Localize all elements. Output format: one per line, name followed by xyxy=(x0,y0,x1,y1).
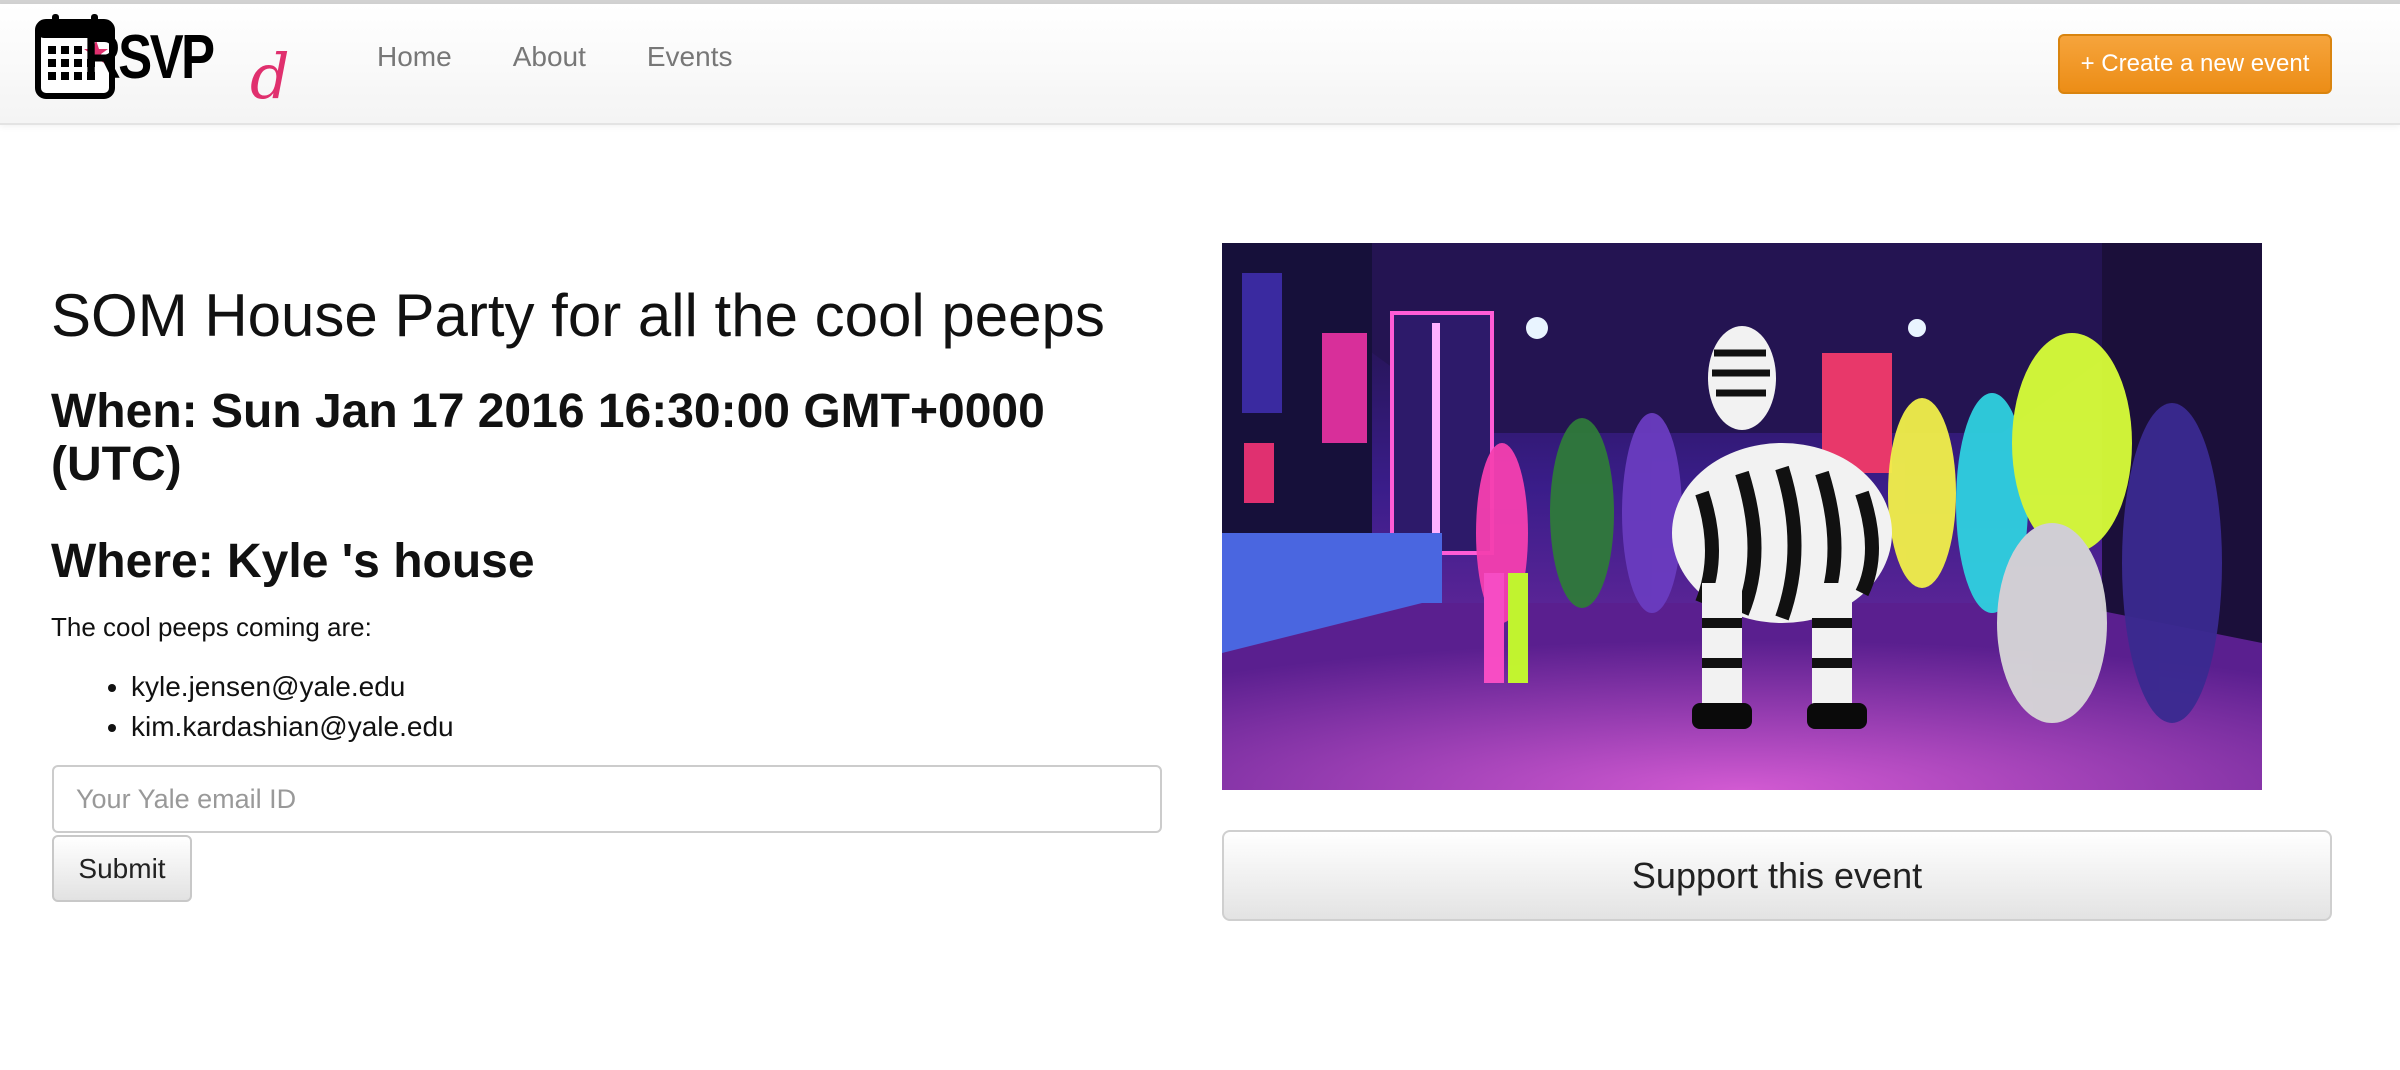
attendees-intro: The cool peeps coming are: xyxy=(51,612,372,642)
brand-name: RSVP xyxy=(84,23,215,92)
navbar: RSVP d Home About Events + Create a new … xyxy=(0,4,2400,125)
nav-link-home[interactable]: Home xyxy=(377,37,452,77)
brand-logo[interactable]: RSVP d xyxy=(0,4,300,114)
event-title: SOM House Party for all the cool peeps xyxy=(51,282,1105,349)
yale-email-input[interactable] xyxy=(52,765,1162,833)
event-when: When: Sun Jan 17 2016 16:30:00 GMT+0000 … xyxy=(51,385,1045,491)
attendee-item: kyle.jensen@yale.edu xyxy=(131,667,454,707)
brand-name-tail: d xyxy=(250,40,290,113)
submit-button[interactable]: Submit xyxy=(52,835,192,902)
event-photo xyxy=(1222,243,2262,790)
nav-links: Home About Events xyxy=(377,37,793,77)
nav-link-about[interactable]: About xyxy=(513,37,586,77)
support-event-button[interactable]: Support this event xyxy=(1222,830,2332,921)
event-where: Where: Kyle 's house xyxy=(51,535,535,588)
create-event-button[interactable]: + Create a new event xyxy=(2058,34,2332,94)
nav-link-events[interactable]: Events xyxy=(647,37,733,77)
attendee-list: kyle.jensen@yale.edu kim.kardashian@yale… xyxy=(131,667,454,747)
attendee-item: kim.kardashian@yale.edu xyxy=(131,707,454,747)
